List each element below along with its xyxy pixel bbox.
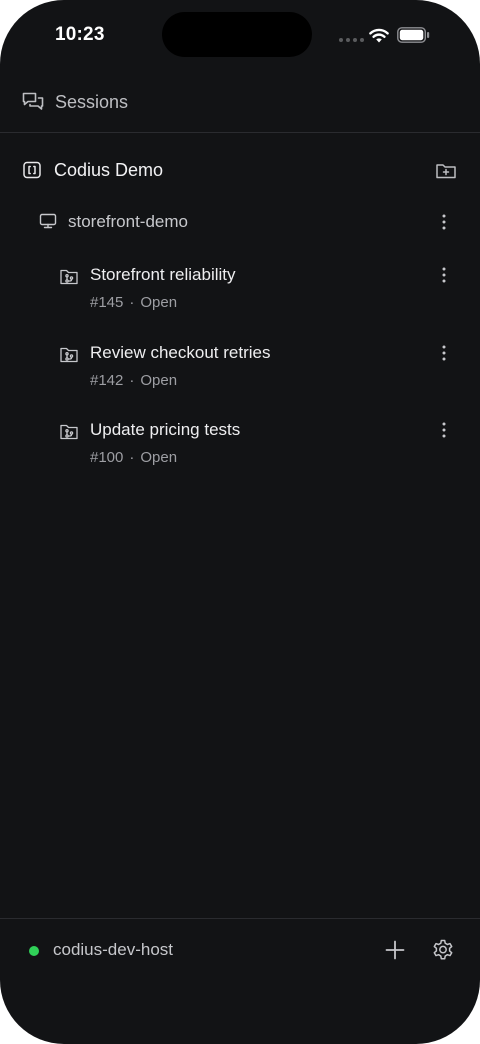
host-name[interactable]: codius-dev-host [53,940,173,960]
session-item[interactable]: Update pricing tests #100 · Open [0,420,480,490]
folder-git-icon [59,345,79,365]
session-more-icon[interactable] [434,343,454,363]
session-title: Update pricing tests [90,420,241,439]
sessions-header: Sessions [0,72,480,133]
cellular-signal-icon [339,38,364,42]
workspace-name: Codius Demo [54,160,164,180]
session-title: Storefront reliability [90,265,236,284]
session-number: #100 [90,449,124,466]
session-more-icon[interactable] [434,265,454,285]
session-status: Open [140,372,178,389]
session-status: Open [140,294,178,311]
session-meta: #100 · Open [90,449,177,466]
monitor-icon [39,212,57,230]
meta-separator: · [129,449,135,466]
page-title: Sessions [55,92,129,112]
plus-icon[interactable] [384,939,406,961]
folder-git-icon [59,422,79,442]
session-number: #142 [90,372,124,389]
meta-separator: · [129,294,135,311]
status-time: 10:23 [55,24,105,45]
host-status-indicator [29,946,39,956]
session-more-icon[interactable] [434,420,454,440]
chat-bubbles-icon [21,90,45,114]
session-meta: #142 · Open [90,372,177,389]
repository-more-icon[interactable] [434,212,454,232]
session-number: #145 [90,294,124,311]
battery-icon [397,27,430,43]
host-footer: codius-dev-host [0,918,480,982]
session-item[interactable]: Storefront reliability #145 · Open [0,265,480,335]
wifi-icon [368,26,390,44]
session-item[interactable]: Review checkout retries #142 · Open [0,343,480,413]
folder-plus-icon[interactable] [434,159,458,183]
code-brackets-icon [22,160,42,180]
session-title: Review checkout retries [90,343,271,362]
repository-name: storefront-demo [68,212,188,231]
gear-icon[interactable] [431,938,455,962]
folder-git-icon [59,267,79,287]
dynamic-island [162,12,312,57]
meta-separator: · [129,372,135,389]
session-meta: #145 · Open [90,294,177,311]
app-screen: 10:23 Sessions Codius Demo storefront-de… [0,0,480,1044]
session-status: Open [140,449,178,466]
status-bar: 10:23 [0,0,480,70]
